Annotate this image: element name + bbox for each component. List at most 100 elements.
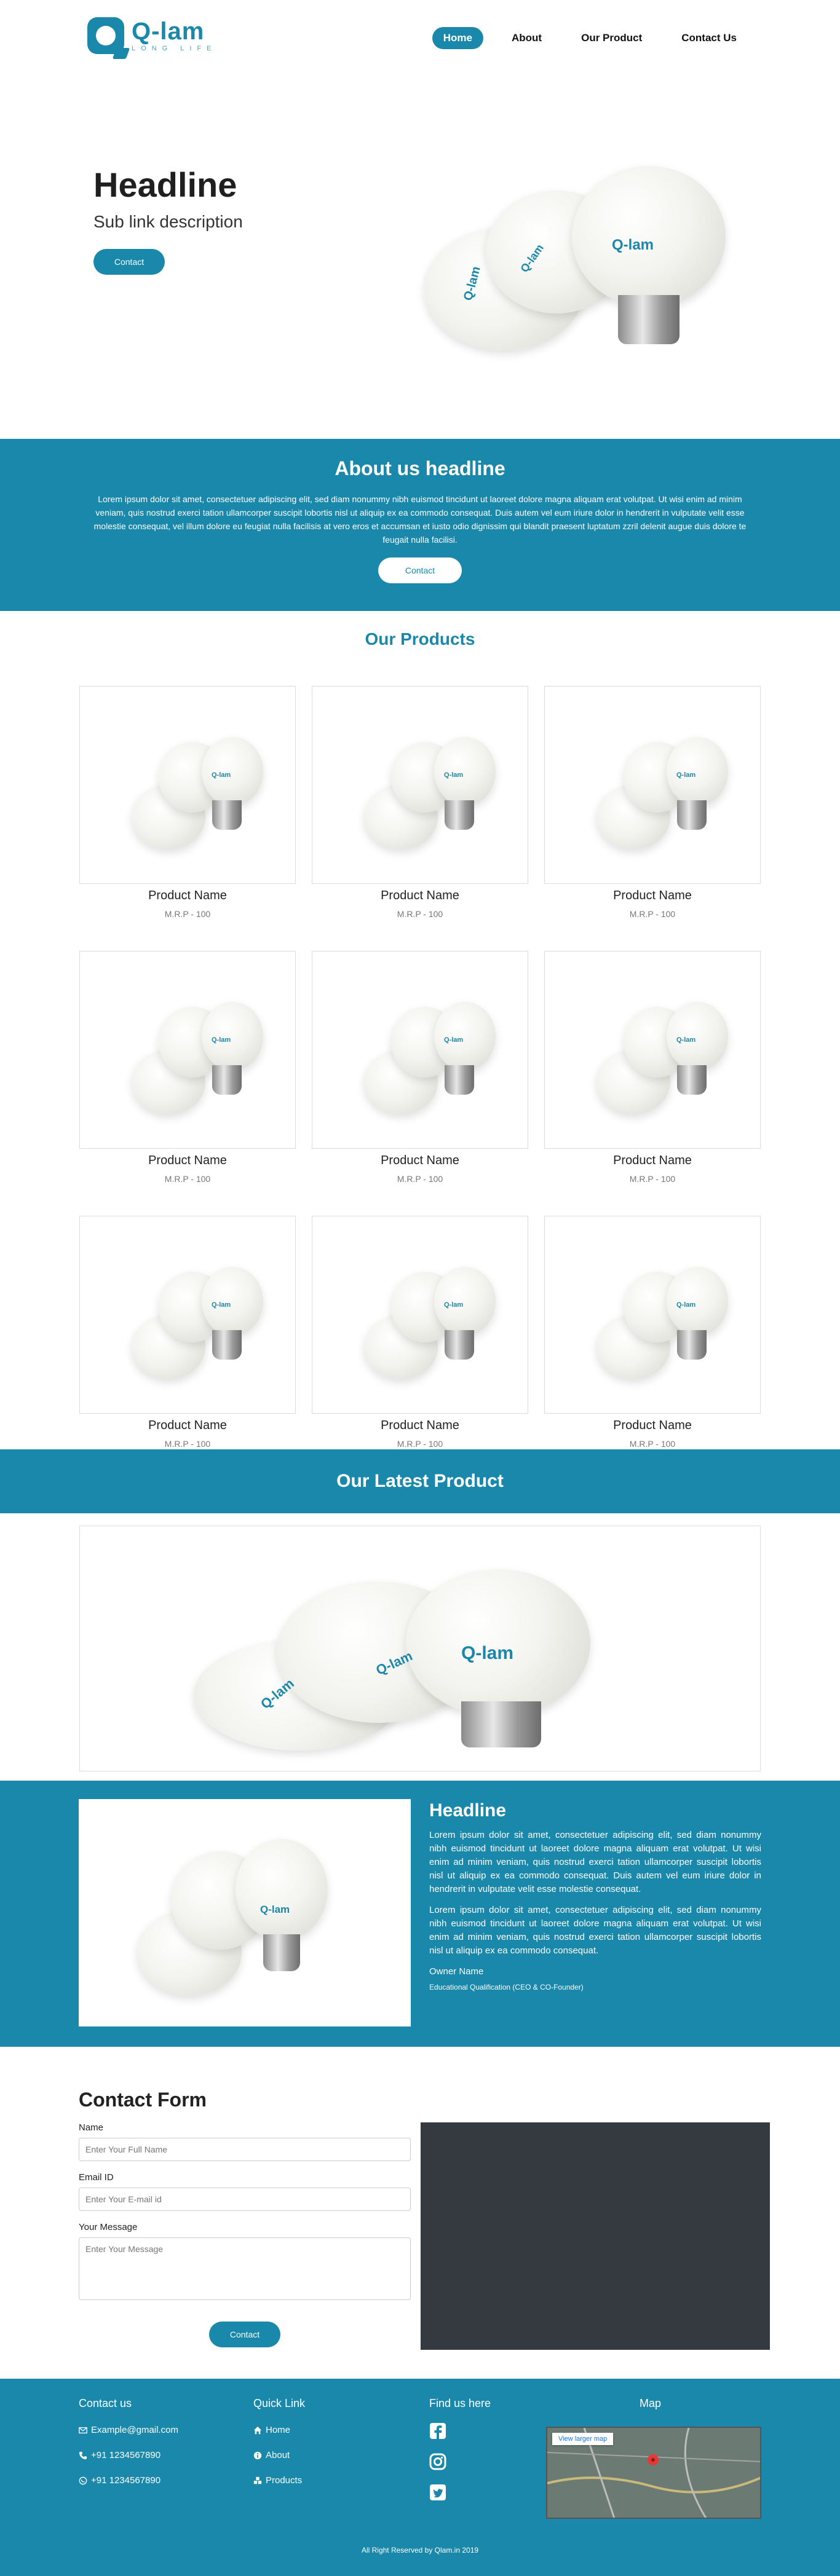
footer-phone[interactable]: +91 1234567890 <box>79 2450 178 2460</box>
whatsapp-icon <box>79 2476 87 2484</box>
footer-email[interactable]: Example@gmail.com <box>79 2425 178 2435</box>
footer-link-about-label: About <box>266 2450 290 2460</box>
footer-email-text: Example@gmail.com <box>91 2425 178 2435</box>
hero-title: Headline <box>93 165 237 204</box>
about-title: About us headline <box>335 457 505 479</box>
email-label: Email ID <box>79 2172 114 2183</box>
brand-logo[interactable]: Q-lam LONG LIFE <box>87 17 216 54</box>
product-image[interactable]: Q-lam <box>79 1216 296 1414</box>
about-contact-button[interactable]: Contact <box>378 557 462 583</box>
product-image[interactable]: Q-lam <box>79 686 296 884</box>
product-name[interactable]: Product Name <box>544 1154 761 1168</box>
envelope-icon <box>79 2427 87 2433</box>
nav-home[interactable]: Home <box>432 27 483 49</box>
product-name[interactable]: Product Name <box>312 1154 528 1168</box>
map-embed[interactable] <box>421 2122 770 2350</box>
feature-section: Q-lam Headline Lorem ipsum dolor sit ame… <box>0 1781 840 2047</box>
product-card[interactable]: Q-lam Product Name M.R.P - 100 <box>79 951 296 1184</box>
product-card[interactable]: Q-lam Product Name M.R.P - 100 <box>312 951 528 1184</box>
footer-find-title: Find us here <box>429 2397 491 2409</box>
navbar: Q-lam LONG LIFE Home About Our Product C… <box>0 0 840 74</box>
contact-title: Contact Form <box>79 2089 207 2111</box>
footer-link-products[interactable]: Products <box>253 2475 305 2486</box>
product-name[interactable]: Product Name <box>544 889 761 903</box>
contact-submit-button[interactable]: Contact <box>209 2322 280 2347</box>
product-card[interactable]: Q-lam Product Name M.R.P - 100 <box>544 686 761 919</box>
product-image[interactable]: Q-lam <box>79 951 296 1149</box>
footer-contact-column: Contact us Example@gmail.com +91 1234567… <box>79 2397 178 2486</box>
q-logo-icon <box>87 17 124 54</box>
footer-phone-text: +91 1234567890 <box>91 2450 161 2460</box>
hero-section: Headline Sub link description Contact Q-… <box>0 74 840 439</box>
product-price: M.R.P - 100 <box>164 909 211 919</box>
view-larger-map-link[interactable]: View larger map <box>552 2433 614 2445</box>
brand-tagline: LONG LIFE <box>132 45 217 52</box>
latest-product-image[interactable]: Q-lam Q-lam Q-lam <box>79 1526 761 1771</box>
feature-text: Headline Lorem ipsum dolor sit amet, con… <box>429 1800 761 1991</box>
products-title: Our Products <box>365 629 475 648</box>
product-image[interactable]: Q-lam <box>544 1216 761 1414</box>
product-price: M.R.P - 100 <box>397 909 443 919</box>
product-card[interactable]: Q-lam Product Name M.R.P - 100 <box>79 686 296 919</box>
latest-section: Q-lam Q-lam Q-lam <box>0 1513 840 1781</box>
footer-social-column: Find us here <box>429 2397 491 2501</box>
product-price: M.R.P - 100 <box>397 1439 443 1449</box>
about-section: About us headline Lorem ipsum dolor sit … <box>0 439 840 611</box>
footer-quick-links: Quick Link Home About Products <box>253 2397 305 2486</box>
twitter-icon[interactable] <box>429 2484 446 2501</box>
product-card[interactable]: Q-lam Product Name M.R.P - 100 <box>312 1216 528 1449</box>
latest-header: Our Latest Product <box>0 1449 840 1513</box>
product-name[interactable]: Product Name <box>544 1419 761 1433</box>
product-image[interactable]: Q-lam <box>544 951 761 1149</box>
contact-form: Name Enter Your Full Name Email ID Enter… <box>79 2122 411 2300</box>
owner-qualification: Educational Qualification (CEO & CO-Foun… <box>429 1983 584 1991</box>
footer-whatsapp-text: +91 1234567890 <box>91 2475 161 2486</box>
cubes-icon <box>253 2476 262 2484</box>
contact-section: Contact Form Name Enter Your Full Name E… <box>0 2047 840 2379</box>
footer-link-home[interactable]: Home <box>253 2425 305 2435</box>
about-text: Lorem ipsum dolor sit amet, consectetuer… <box>93 494 747 545</box>
product-name[interactable]: Product Name <box>79 889 296 903</box>
nav-our-product[interactable]: Our Product <box>570 27 653 49</box>
product-name[interactable]: Product Name <box>312 1419 528 1433</box>
nav-contact-us[interactable]: Contact Us <box>670 27 748 49</box>
footer-quick-title: Quick Link <box>253 2397 306 2409</box>
footer: Contact us Example@gmail.com +91 1234567… <box>0 2379 840 2576</box>
product-image[interactable]: Q-lam <box>312 951 528 1149</box>
product-name[interactable]: Product Name <box>79 1419 296 1433</box>
facebook-icon[interactable] <box>429 2422 446 2440</box>
copyright-text: All Right Reserved by Qlam.in 2019 <box>361 2546 479 2554</box>
hero-subtitle: Sub link description <box>93 212 243 231</box>
feature-title: Headline <box>429 1800 507 1821</box>
product-card[interactable]: Q-lam Product Name M.R.P - 100 <box>312 686 528 919</box>
instagram-icon[interactable] <box>429 2453 446 2470</box>
email-input[interactable]: Enter Your E-mail id <box>79 2188 411 2211</box>
product-card[interactable]: Q-lam Product Name M.R.P - 100 <box>544 951 761 1184</box>
footer-contact-title: Contact us <box>79 2397 132 2409</box>
product-price: M.R.P - 100 <box>164 1439 211 1449</box>
footer-map-thumbnail[interactable]: View larger map <box>546 2427 761 2519</box>
feature-paragraph-2: Lorem ipsum dolor sit amet, consectetuer… <box>429 1905 761 1956</box>
product-price: M.R.P - 100 <box>629 1439 676 1449</box>
product-price: M.R.P - 100 <box>164 1174 211 1184</box>
product-card[interactable]: Q-lam Product Name M.R.P - 100 <box>544 1216 761 1449</box>
product-name[interactable]: Product Name <box>312 889 528 903</box>
product-card[interactable]: Q-lam Product Name M.R.P - 100 <box>79 1216 296 1449</box>
product-image[interactable]: Q-lam <box>312 686 528 884</box>
feature-paragraph-1: Lorem ipsum dolor sit amet, consectetuer… <box>429 1830 761 1894</box>
product-grid: Q-lam Product Name M.R.P - 100 Q-lam Product… <box>79 686 761 1449</box>
main-menu: Home About Our Product Contact Us <box>432 27 748 49</box>
name-input[interactable]: Enter Your Full Name <box>79 2138 411 2161</box>
hero-contact-button[interactable]: Contact <box>93 249 165 275</box>
brand-name: Q-lam <box>132 18 205 45</box>
message-textarea[interactable]: Enter Your Message <box>79 2237 411 2300</box>
feature-bulbs-image: Q-lam <box>79 1799 411 2027</box>
product-name[interactable]: Product Name <box>79 1154 296 1168</box>
footer-link-about[interactable]: About <box>253 2450 305 2460</box>
product-image[interactable]: Q-lam <box>544 686 761 884</box>
product-image[interactable]: Q-lam <box>312 1216 528 1414</box>
nav-about[interactable]: About <box>501 27 553 49</box>
footer-link-home-label: Home <box>266 2425 291 2435</box>
footer-whatsapp[interactable]: +91 1234567890 <box>79 2475 178 2486</box>
message-label: Your Message <box>79 2222 138 2232</box>
